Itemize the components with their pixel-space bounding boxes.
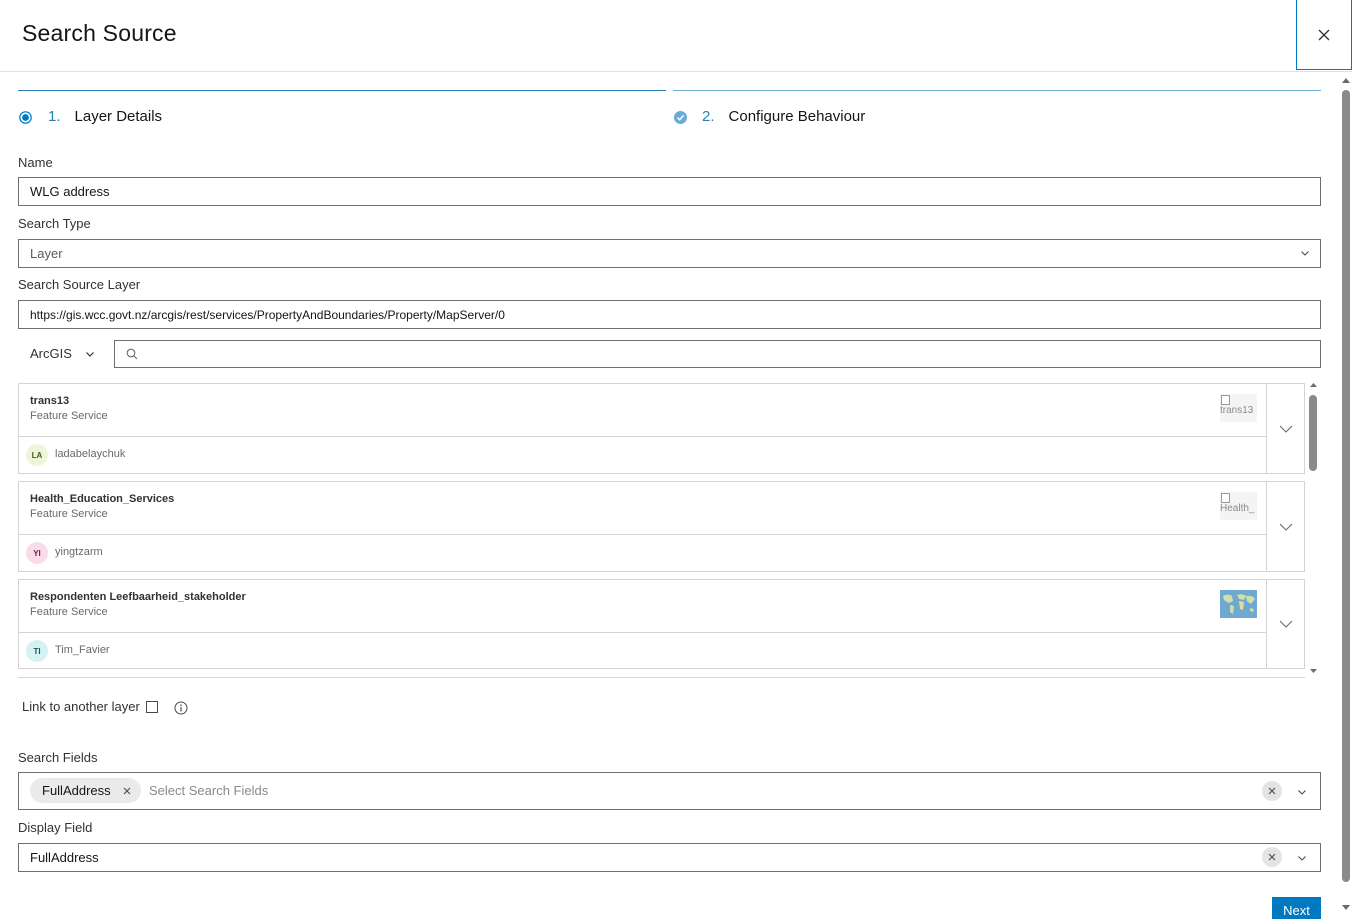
search-fields-multiselect[interactable]: Select Search Fields [18,772,1321,810]
name-label: Name [18,155,53,170]
search-fields-placeholder: Select Search Fields [149,783,269,798]
step-2-number: 2. [702,108,715,125]
results-scrollbar-thumb[interactable] [1309,395,1317,471]
step-1-label: Layer Details [74,108,163,125]
item-title: Health_Education_Services [30,493,175,505]
chip-label: FullAddress [42,783,111,798]
clear-display-field-button[interactable] [1262,847,1282,867]
avatar: YI [26,542,48,564]
clear-search-fields-button[interactable] [1262,781,1282,801]
close-icon [1268,853,1276,861]
item-title: trans13 [30,395,70,407]
remove-chip-icon[interactable] [123,787,131,795]
expand-item-button[interactable] [1266,580,1304,668]
chevron-down-icon [1279,523,1292,531]
chevron-down-icon [85,351,94,357]
source-layer-url-input[interactable]: https://gis.wcc.govt.nz/arcgis/rest/serv… [18,300,1321,329]
broken-image-icon [1221,493,1230,503]
list-item[interactable]: trans13 Feature Service trans13 LA ladab… [18,383,1305,474]
search-fields-label: Search Fields [18,750,98,765]
scroll-up-arrow-icon [1310,383,1317,387]
item-thumbnail: Health_ [1220,492,1257,520]
scroll-down-arrow-icon [1342,905,1350,910]
owner-name: Tim_Favier [55,644,110,656]
search-type-select[interactable]: Layer [18,239,1321,268]
avatar: TI [26,640,48,662]
item-type: Feature Service [30,606,108,618]
chevron-down-icon [1301,251,1309,256]
chevron-down-icon [1279,425,1292,433]
info-icon[interactable] [174,701,188,720]
layer-search-input[interactable] [114,340,1321,368]
scroll-down-arrow-icon [1310,669,1317,673]
link-layer-label: Link to another layer [22,699,140,714]
close-icon [1318,29,1330,40]
broken-image-icon [1221,395,1230,405]
scroll-up-arrow-icon [1342,78,1350,83]
list-item[interactable]: Respondenten Leefbaarheid_stakeholder Fe… [18,579,1305,669]
list-item[interactable]: Health_Education_Services Feature Servic… [18,481,1305,572]
step-2-tab[interactable]: 2. Configure Behaviour [702,108,865,125]
search-field-chip: FullAddress [30,778,141,803]
step-1-progress-line [18,90,666,91]
portal-dropdown[interactable]: ArcGIS [30,346,95,361]
expand-item-button[interactable] [1266,384,1304,473]
layer-results-list: trans13 Feature Service trans13 LA ladab… [18,383,1305,678]
search-icon [126,348,138,360]
item-type: Feature Service [30,410,108,422]
dialog-title: Search Source [22,20,177,46]
list-item-owner: LA ladabelaychuk [19,436,1267,474]
list-item-owner: YI yingtzarm [19,534,1267,572]
display-field-select[interactable]: FullAddress [18,843,1321,872]
expand-item-button[interactable] [1266,482,1304,571]
list-item-main: Respondenten Leefbaarheid_stakeholder Fe… [19,580,1267,633]
close-button[interactable] [1296,0,1352,70]
chevron-down-icon [1279,620,1292,628]
world-map-thumbnail-icon [1220,590,1257,618]
close-icon [1268,787,1276,795]
step-1-number: 1. [48,108,61,125]
list-item-owner: TI Tim_Favier [19,632,1267,670]
item-thumbnail [1220,590,1257,618]
item-thumbnail: trans13 [1220,394,1257,422]
list-item[interactable] [18,677,1305,678]
owner-name: yingtzarm [55,546,103,558]
chevron-down-icon [1298,856,1306,861]
item-title: Respondenten Leefbaarheid_stakeholder [30,591,246,603]
name-input[interactable]: WLG address [18,177,1321,206]
link-layer-checkbox[interactable] [146,701,158,713]
display-field-value: FullAddress [30,850,99,865]
step-2-label: Configure Behaviour [728,108,866,125]
step-2-progress-line [673,90,1321,91]
avatar: LA [26,444,48,466]
dialog-header: Search Source [0,0,1352,72]
owner-name: ladabelaychuk [55,448,126,460]
next-button[interactable]: Next [1272,897,1321,919]
list-item-main: trans13 Feature Service trans13 [19,384,1267,437]
page-scrollbar[interactable] [1340,74,1352,915]
results-scrollbar[interactable] [1308,381,1319,675]
step-1-tab[interactable]: 1. Layer Details [48,108,162,125]
chevron-down-icon [1298,790,1306,795]
name-input-value: WLG address [30,184,110,199]
item-type: Feature Service [30,508,108,520]
source-layer-url-value: https://gis.wcc.govt.nz/arcgis/rest/serv… [30,307,505,322]
list-item-main: Health_Education_Services Feature Servic… [19,482,1267,535]
step-1-radio-icon[interactable] [19,111,32,129]
display-field-label: Display Field [18,820,93,835]
step-2-check-icon [674,111,687,129]
source-layer-label: Search Source Layer [18,277,141,292]
search-type-value: Layer [30,246,63,261]
portal-dropdown-value: ArcGIS [30,346,72,361]
search-type-label: Search Type [18,216,91,231]
page-scrollbar-thumb[interactable] [1342,90,1350,882]
